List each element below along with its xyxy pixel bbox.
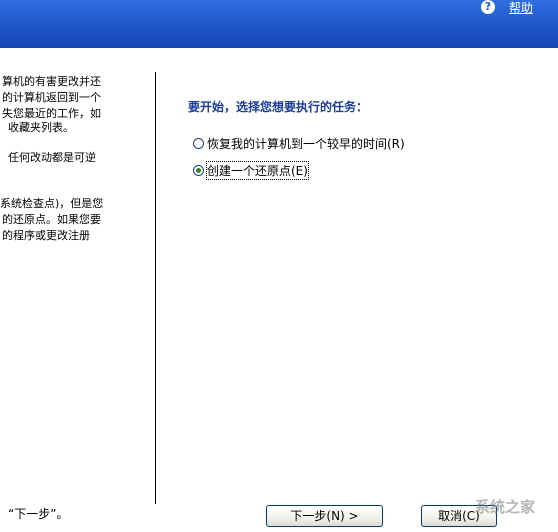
restore-earlier-time-option[interactable]: 恢复我的计算机到一个较早的时间(R)	[193, 135, 405, 151]
help-icon[interactable]: ?	[481, 0, 495, 14]
sidebar-text-line: 任何改动都是可逆	[8, 151, 96, 164]
sidebar-text-line: 的计算机返回到一个	[2, 91, 101, 104]
sidebar-text-line: 收藏夹列表。	[8, 121, 74, 134]
restore-earlier-time-label: 恢复我的计算机到一个较早的时间(R)	[207, 136, 405, 151]
task-prompt-title: 要开始，选择您想要执行的任务：	[188, 100, 369, 114]
sidebar-text-line: 的还原点。如果您要	[2, 213, 101, 226]
next-button[interactable]: 下一步(N) >	[266, 505, 383, 527]
watermark-logo: 系统之家	[475, 498, 536, 516]
system-restore-window: ? 帮助 算机的有害更改并还 的计算机返回到一个 失您最近的工作，如 收藏夹列表…	[0, 0, 558, 532]
help-link[interactable]: 帮助	[509, 0, 533, 16]
sidebar-footer-text: “下一步”。	[8, 507, 69, 521]
sidebar-text-line: 的程序或更改注册	[2, 229, 90, 242]
create-restore-point-label: 创建一个还原点(E)	[206, 160, 309, 180]
sidebar-text-line: 系统检查点)，但是您	[0, 197, 104, 210]
header-bar: ? 帮助	[0, 0, 558, 48]
panel-divider	[155, 72, 156, 504]
create-restore-point-option[interactable]: 创建一个还原点(E)	[193, 160, 309, 180]
radio-button-unselected[interactable]	[193, 137, 204, 149]
sidebar-text-line: 算机的有害更改并还	[2, 75, 101, 88]
radio-button-selected[interactable]	[193, 164, 204, 176]
